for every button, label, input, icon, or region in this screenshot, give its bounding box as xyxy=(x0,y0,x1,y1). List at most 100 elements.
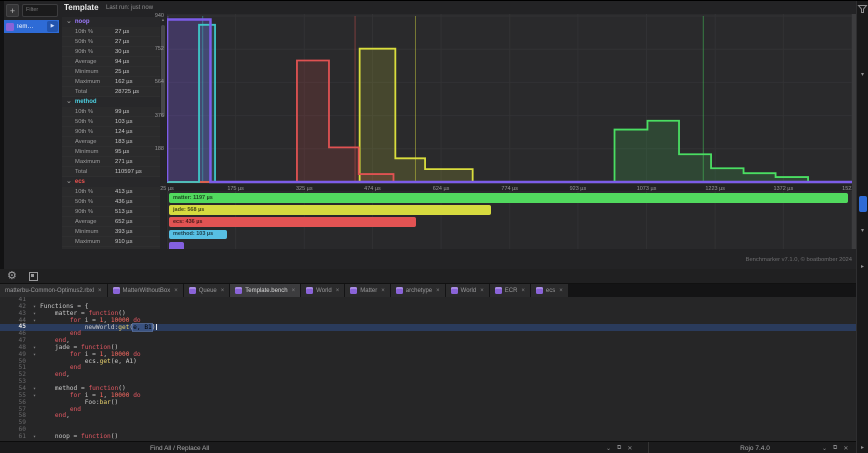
tab-label: Queue xyxy=(199,288,217,294)
code-line: 58 end, xyxy=(0,413,856,420)
stat-row: Maximum910 µs xyxy=(62,237,160,247)
chevron-down-icon[interactable]: ▾ xyxy=(857,71,868,78)
rojo-widget-controls: ⌄ ⧉ ✕ xyxy=(822,445,848,452)
tab-world[interactable]: World× xyxy=(446,284,489,297)
fold-arrow-icon[interactable]: ▾ xyxy=(29,386,40,393)
find-widget-controls: ⌄ ⧉ ✕ xyxy=(606,445,632,452)
stat-row: Total28725 µs xyxy=(62,87,160,97)
close-icon[interactable]: ✕ xyxy=(843,445,848,452)
code-editor[interactable]: 4142▾Functions = {43▾ matter = function(… xyxy=(0,297,856,441)
code-text xyxy=(40,420,856,427)
fold-arrow-icon[interactable]: ▾ xyxy=(29,345,40,352)
tab-ecs[interactable]: ecs× xyxy=(531,284,568,297)
fold-arrow-icon[interactable]: ▾ xyxy=(29,434,40,441)
bar-label: matter: 1197 µs xyxy=(169,195,213,201)
median-bar-chart: matter: 1197 µsjade: 568 µsecs: 436 µsme… xyxy=(167,191,852,249)
chevron-right-icon[interactable]: ▸ xyxy=(857,263,868,270)
tab-ecr[interactable]: ECR× xyxy=(490,284,530,297)
fold-arrow-icon[interactable]: ▾ xyxy=(29,318,40,325)
tab-matterbu-common-optimus2-rbxl[interactable]: matterbu-Common-Optimus2.rbxl× xyxy=(0,284,107,297)
close-icon[interactable]: × xyxy=(559,288,563,294)
tab-queue[interactable]: Queue × xyxy=(184,284,230,297)
script-icon xyxy=(113,287,120,294)
stat-label: Average xyxy=(75,59,115,65)
stats-scrollbar-thumb[interactable] xyxy=(161,25,165,117)
fold-arrow-icon[interactable]: ▾ xyxy=(29,393,40,400)
dock-scrollbar-thumb[interactable] xyxy=(859,196,867,212)
code-text: end xyxy=(40,407,856,414)
code-text xyxy=(40,379,856,386)
stat-row: 10th %413 µs xyxy=(62,187,160,197)
filter-input[interactable]: Filter xyxy=(22,4,58,17)
fold-gutter xyxy=(29,379,40,386)
script-icon xyxy=(495,287,502,294)
stat-section-header-ecs[interactable]: ⌄ecs xyxy=(62,177,160,187)
stat-section-header-method[interactable]: ⌄method xyxy=(62,97,160,107)
tab-label: MatterWithoutBox xyxy=(123,288,171,294)
tab-label: archetype xyxy=(406,288,432,294)
close-icon[interactable]: × xyxy=(436,288,440,294)
fold-gutter xyxy=(29,365,40,372)
script-icon xyxy=(350,287,357,294)
code-text: ecs.get(e, A1) xyxy=(40,359,856,366)
fold-arrow-icon[interactable]: ▾ xyxy=(29,352,40,359)
stat-label: Total xyxy=(75,89,115,95)
stat-row: 50th %436 µs xyxy=(62,197,160,207)
fold-arrow-icon[interactable]: ▾ xyxy=(29,304,40,311)
float-icon[interactable]: ⧉ xyxy=(617,445,621,452)
script-icon xyxy=(235,287,242,294)
stat-row: 90th %124 µs xyxy=(62,127,160,137)
code-text: end xyxy=(40,331,856,338)
stat-value: 413 µs xyxy=(115,189,133,195)
collapse-icon[interactable]: ⌄ xyxy=(822,445,827,452)
collapse-icon[interactable]: ⌄ xyxy=(606,445,611,452)
filter-funnel-icon[interactable] xyxy=(857,5,868,13)
code-text xyxy=(40,427,856,434)
code-text: for i = 1, 10000 do xyxy=(40,352,856,359)
close-icon[interactable]: × xyxy=(521,288,525,294)
code-text: method = function() xyxy=(40,386,856,393)
tab-archetype[interactable]: archetype × xyxy=(391,284,445,297)
code-text: end, xyxy=(40,372,856,379)
code-text: end, xyxy=(40,338,856,345)
add-benchmark-button[interactable]: + xyxy=(6,4,19,17)
close-icon[interactable]: ✕ xyxy=(627,445,632,452)
stat-label: 50th % xyxy=(75,119,115,125)
float-icon[interactable]: ⧉ xyxy=(833,445,837,452)
close-icon[interactable]: × xyxy=(480,288,484,294)
code-text: end, xyxy=(40,413,856,420)
code-line: 46 end xyxy=(0,331,856,338)
stat-value: 513 µs xyxy=(115,209,133,215)
close-icon[interactable]: × xyxy=(98,288,102,294)
close-icon[interactable]: × xyxy=(292,288,296,294)
tab-world[interactable]: World× xyxy=(301,284,344,297)
stat-label: 10th % xyxy=(75,29,115,35)
plugin-window-icon[interactable] xyxy=(29,272,38,281)
run-benchmark-button[interactable]: ▶ xyxy=(47,21,58,32)
stat-row: Maximum271 µs xyxy=(62,157,160,167)
close-icon[interactable]: × xyxy=(221,288,225,294)
gear-icon[interactable]: ⚙ xyxy=(7,269,17,284)
median-bar-jade: jade: 568 µs xyxy=(169,205,491,215)
right-dock-strip: ▾ ▾ ▸ ▸ xyxy=(856,1,868,453)
tab-template-bench[interactable]: Template.bench× xyxy=(230,284,300,297)
tab-matterwithoutbox[interactable]: MatterWithoutBox× xyxy=(108,284,183,297)
histogram-svg xyxy=(167,14,852,184)
app-root: + Filter Tem… ▶ Template Last run: just … xyxy=(0,0,868,453)
close-icon[interactable]: × xyxy=(381,288,385,294)
close-icon[interactable]: × xyxy=(174,288,178,294)
benchmark-list-item[interactable]: Tem… ▶ xyxy=(4,20,59,33)
fold-gutter xyxy=(29,324,40,331)
stat-value: 910 µs xyxy=(115,239,133,245)
chevron-down-icon[interactable]: ▾ xyxy=(857,227,868,234)
code-line: 56 Foo:bar() xyxy=(0,400,856,407)
script-icon xyxy=(536,287,543,294)
tab-matter[interactable]: Matter× xyxy=(345,284,390,297)
stat-label: Total xyxy=(75,169,115,175)
chevron-right-icon[interactable]: ▸ xyxy=(857,444,868,451)
fold-arrow-icon[interactable]: ▾ xyxy=(29,311,40,318)
close-icon[interactable]: × xyxy=(336,288,340,294)
stat-row: Minimum25 µs xyxy=(62,67,160,77)
fold-gutter xyxy=(29,338,40,345)
tab-bar: matterbu-Common-Optimus2.rbxl×MatterWith… xyxy=(0,284,856,297)
